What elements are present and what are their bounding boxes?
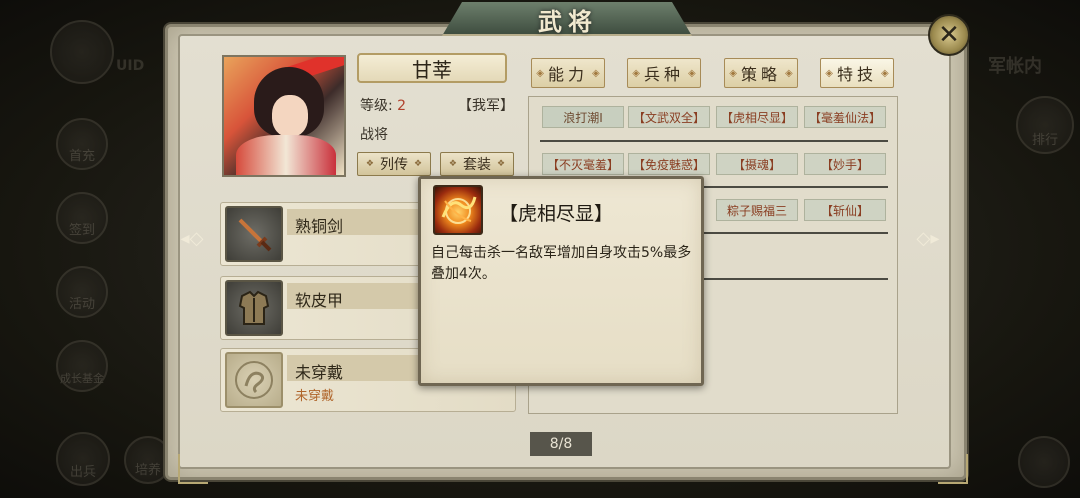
- ornament-icon: ◈: [592, 67, 600, 79]
- general-portrait[interactable]: [222, 55, 346, 177]
- skill-label: 【不灭毫羞】: [546, 157, 619, 172]
- close-button[interactable]: ✕: [928, 14, 970, 56]
- armor-icon: [225, 280, 283, 336]
- bg-uid: UID: [116, 58, 145, 74]
- dialog-title: 武将: [538, 8, 598, 36]
- tab-label: 能力: [547, 65, 588, 84]
- skill-chip[interactable]: 【文武双全】: [628, 106, 710, 128]
- tooltip-title: 【虎相尽显】: [499, 203, 614, 225]
- bg-barracks-label: 军帐内: [988, 56, 1042, 77]
- previous-general-arrow-icon[interactable]: ◂◇: [178, 224, 206, 252]
- tab-strategy[interactable]: ◈ 策略 ◈: [724, 58, 798, 88]
- ornament-icon: ◈: [785, 67, 793, 79]
- ornament-icon: ◈: [688, 67, 696, 79]
- skill-chip[interactable]: 浪打潮Ⅰ: [542, 106, 624, 128]
- biography-button[interactable]: ❖ 列传 ❖: [357, 152, 431, 176]
- skill-chip[interactable]: 【免疫魅惑】: [628, 153, 710, 175]
- sword-icon: [225, 206, 283, 262]
- skill-label: 【毫羞仙法】: [808, 110, 881, 125]
- equipment-name: 熟铜剑: [295, 217, 344, 236]
- skill-label: 粽子赐福三: [726, 203, 787, 218]
- equipment-name: 软皮甲: [295, 291, 344, 310]
- equipment-status: 未穿戴: [295, 389, 335, 404]
- bg-menu-deploy: 出兵: [56, 432, 110, 486]
- skill-label: 【摄魂】: [732, 157, 781, 172]
- bg-label: 成长基金: [60, 372, 104, 385]
- level-label: 等级:: [360, 98, 393, 114]
- next-general-arrow-icon[interactable]: ◇▸: [914, 224, 942, 252]
- biography-label: 列传: [380, 157, 408, 173]
- bg-menu-first-charge: 首充: [56, 118, 108, 170]
- skill-chip[interactable]: 【斩仙】: [804, 199, 886, 221]
- tab-label: 策略: [740, 65, 781, 84]
- tab-label: 兵种: [643, 65, 684, 84]
- ornament-icon: ❖: [448, 159, 457, 169]
- skill-chip[interactable]: 【摄魂】: [716, 153, 798, 175]
- skill-label: 浪打潮Ⅰ: [563, 110, 603, 125]
- bg-label: 培养: [134, 463, 161, 478]
- skill-chip[interactable]: 【毫羞仙法】: [804, 106, 886, 128]
- skill-label: 【文武双全】: [632, 110, 705, 125]
- skill-chip[interactable]: 【虎相尽显】: [716, 106, 798, 128]
- background-left-menu: UID 首充 签到 活动 成长基金 出兵 培养: [0, 0, 180, 498]
- general-name-plate: 甘莘: [357, 53, 507, 83]
- dragon-emblem-icon: [225, 352, 283, 408]
- ornament-icon: ◈: [729, 67, 737, 79]
- bg-menu-event: 活动: [56, 266, 108, 318]
- faction-label: 【我军】: [458, 98, 514, 114]
- tab-ability[interactable]: ◈ 能力 ◈: [531, 58, 605, 88]
- bg-label: 活动: [68, 297, 95, 312]
- bg-ranking: 排行: [1016, 96, 1074, 154]
- skill-label: 【虎相尽显】: [720, 110, 793, 125]
- ornament-icon: ◈: [632, 67, 640, 79]
- corner-ornament: [178, 454, 208, 484]
- skill-tooltip: 【虎相尽显】 自己每击杀一名敌军增加自身攻击5%最多叠加4次。: [418, 176, 704, 386]
- equipment-name: 未穿戴: [295, 363, 344, 382]
- skill-chip[interactable]: 粽子赐福三: [716, 199, 798, 221]
- general-name: 甘莘: [412, 57, 452, 82]
- ornament-icon: ❖: [414, 159, 423, 169]
- ornament-icon: ◈: [825, 67, 833, 79]
- portrait-face: [272, 95, 308, 137]
- outfit-set-label: 套装: [463, 157, 491, 173]
- rank-label: 战将: [360, 127, 388, 143]
- corner-ornament: [938, 454, 968, 484]
- bg-avatar: [50, 20, 114, 84]
- level-line: 等级: 2: [360, 95, 406, 115]
- tab-special-skill[interactable]: ◈ 特技 ◈: [820, 58, 894, 88]
- skill-chip[interactable]: 【妙手】: [804, 153, 886, 175]
- close-icon: ✕: [938, 20, 960, 50]
- level-value: 2: [397, 98, 407, 114]
- skill-label: 【斩仙】: [820, 203, 869, 218]
- divider: [540, 140, 888, 142]
- bg-label: 签到: [68, 223, 95, 238]
- bg-label: 出兵: [69, 465, 96, 480]
- bg-menu-more: [1018, 436, 1070, 488]
- bg-menu-growth-fund: 成长基金: [56, 340, 108, 392]
- portrait-armor: [236, 135, 336, 175]
- skill-chip[interactable]: 【不灭毫羞】: [542, 153, 624, 175]
- bg-label: 排行: [1031, 133, 1058, 148]
- tiger-flame-icon: [433, 185, 483, 235]
- page-indicator: 8/8: [530, 432, 592, 456]
- bg-menu-signin: 签到: [56, 192, 108, 244]
- ornament-icon: ❖: [365, 159, 374, 169]
- skill-label: 【免疫魅惑】: [632, 157, 705, 172]
- ornament-icon: ❖: [497, 159, 506, 169]
- skill-label: 【妙手】: [820, 157, 869, 172]
- tab-troop-type[interactable]: ◈ 兵种 ◈: [627, 58, 701, 88]
- outfit-set-button[interactable]: ❖ 套装 ❖: [440, 152, 514, 176]
- tab-label: 特技: [836, 65, 877, 84]
- ornament-icon: ◈: [536, 67, 544, 79]
- ornament-icon: ◈: [881, 67, 889, 79]
- bg-label: 首充: [68, 149, 95, 164]
- tooltip-description: 自己每击杀一名敌军增加自身攻击5%最多叠加4次。: [431, 245, 692, 282]
